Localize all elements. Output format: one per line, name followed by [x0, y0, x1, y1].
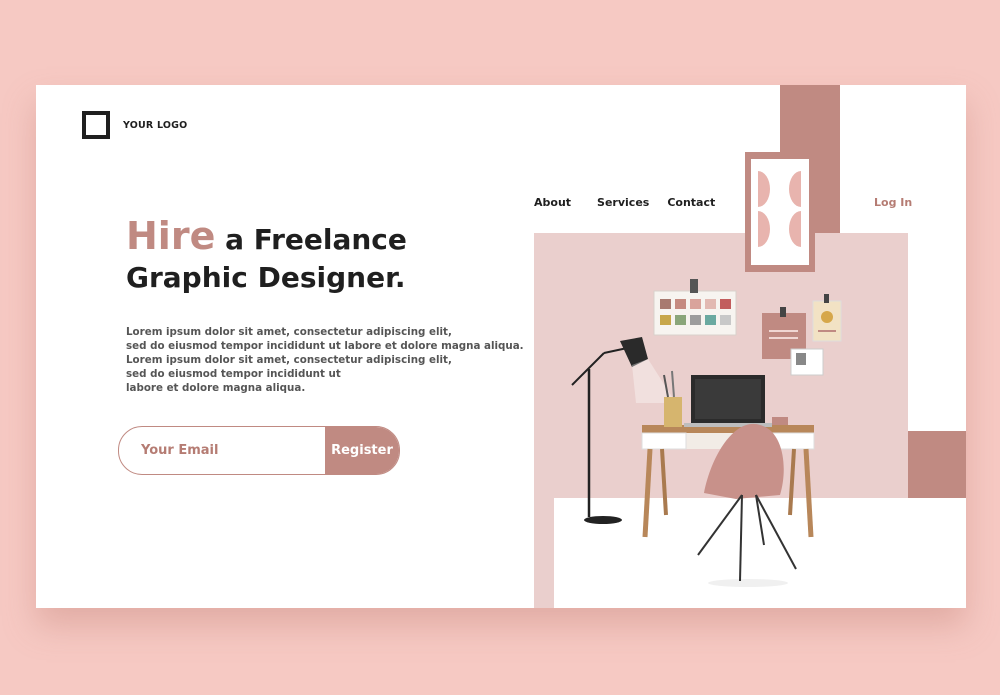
- art-frame: [745, 152, 815, 272]
- nav-contact[interactable]: Contact: [667, 196, 715, 209]
- body-line: labore et dolore magna aliqua.: [126, 382, 306, 394]
- body-line: Lorem ipsum dolor sit amet, consectetur …: [126, 326, 452, 338]
- art-shape-3: [758, 211, 770, 247]
- lamp-head: [620, 337, 648, 367]
- logo[interactable]: YOUR LOGO: [82, 111, 187, 139]
- laptop-screen: [691, 375, 765, 423]
- accent-block-right: [908, 431, 966, 498]
- accent-bar-top: [780, 85, 840, 233]
- floor-panel: [554, 498, 966, 608]
- note-pink: [762, 313, 806, 359]
- register-button[interactable]: Register: [325, 427, 399, 474]
- palette-clip: [690, 279, 698, 293]
- art-canvas: [751, 159, 809, 265]
- email-signup-form: Register: [118, 426, 400, 475]
- nav-about[interactable]: About: [534, 196, 571, 209]
- logo-square-icon: [82, 111, 110, 139]
- art-shape-2: [789, 171, 801, 207]
- palette-card: [653, 290, 737, 336]
- wall-panel: [534, 233, 908, 608]
- mug: [772, 417, 788, 425]
- body-line: sed do eiusmod tempor incididunt ut labo…: [126, 340, 524, 352]
- email-field[interactable]: [119, 427, 325, 474]
- hero-headline: Hire a Freelance Graphic Designer.: [126, 217, 407, 297]
- main-nav: About Services Contact: [534, 196, 715, 209]
- lamp-light: [632, 359, 676, 403]
- landing-card: YOUR LOGO About Services Contact Log In …: [36, 85, 966, 608]
- logo-text: YOUR LOGO: [123, 119, 188, 131]
- laptop-base: [684, 423, 772, 427]
- hero-description: Lorem ipsum dolor sit amet, consectetur …: [126, 325, 524, 395]
- login-link[interactable]: Log In: [874, 196, 912, 209]
- nav-services[interactable]: Services: [597, 196, 649, 209]
- lamp-arm: [571, 352, 605, 386]
- body-line: sed do eiusmod tempor incididunt ut: [126, 368, 341, 380]
- pencil-cup: [664, 397, 682, 427]
- lamp-base: [584, 516, 622, 524]
- chair-shell: [704, 423, 784, 499]
- chair-leg: [697, 494, 743, 556]
- art-shape-1: [758, 171, 770, 207]
- desk-top: [642, 425, 814, 433]
- note-badge: [812, 300, 842, 342]
- body-line: Lorem ipsum dolor sit amet, consectetur …: [126, 354, 452, 366]
- headline-line2: Graphic Designer.: [126, 261, 406, 294]
- note-photo: [790, 348, 824, 376]
- desk-leg: [642, 448, 653, 538]
- art-shape-4: [789, 211, 801, 247]
- palette-swatches: [660, 299, 731, 325]
- headline-rest: a Freelance: [225, 223, 407, 256]
- desk-drawers: [642, 433, 814, 449]
- headline-accent: Hire: [126, 214, 216, 258]
